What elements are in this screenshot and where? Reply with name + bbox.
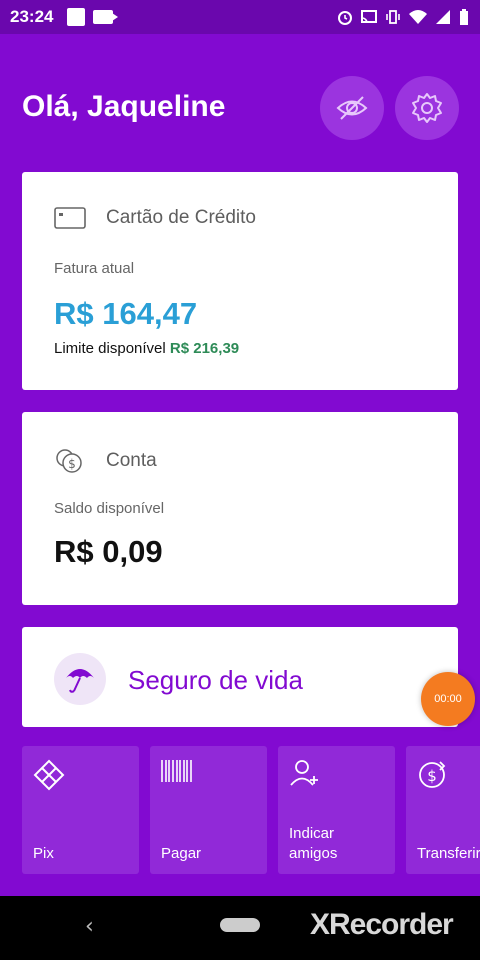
shortcut-transfer[interactable]: $ Transferir (406, 746, 480, 874)
back-icon[interactable]: ‹ (85, 914, 94, 939)
credit-limit-label: Limite disponível (54, 340, 166, 357)
credit-bill-amount: R$ 164,47 (54, 296, 198, 331)
gear-icon (412, 93, 442, 123)
credit-current-bill-label: Fatura atual (54, 260, 135, 277)
coins-icon: $ (56, 449, 82, 473)
settings-button[interactable] (395, 76, 459, 140)
svg-text:$: $ (427, 767, 437, 785)
recorder-timer-button[interactable]: 00:00 (421, 672, 475, 726)
credit-limit-value: R$ 216,39 (169, 340, 240, 357)
account-title: Conta (106, 450, 157, 471)
greeting-title: Olá, Jaqueline (22, 90, 226, 123)
shortcuts-row: Pix Pagar Indicar amigos $ Transferir (0, 746, 480, 874)
home-pill[interactable] (220, 918, 260, 932)
shortcut-label: Pagar (161, 845, 202, 862)
shortcut-label: Transferir (417, 845, 480, 862)
account-balance-label: Saldo disponível (54, 500, 165, 517)
credit-card-title: Cartão de Crédito (106, 207, 256, 228)
credit-card-icon (54, 207, 86, 229)
credit-limit: Limite disponível R$ 216,39 (54, 340, 239, 357)
umbrella-icon (66, 669, 94, 693)
shortcut-invite-friends[interactable]: Indicar amigos (278, 746, 395, 874)
eye-off-icon (336, 96, 368, 120)
svg-text:$: $ (68, 457, 76, 471)
shortcut-pay[interactable]: Pagar (150, 746, 267, 874)
vibrate-icon (386, 10, 400, 24)
shortcut-label: Pix (33, 845, 54, 862)
hide-values-button[interactable] (320, 76, 384, 140)
credit-card-panel[interactable]: Cartão de Crédito Fatura atual R$ 164,47… (22, 172, 458, 390)
barcode-icon (161, 760, 192, 782)
video-camera-icon (93, 10, 119, 24)
status-time: 23:24 (10, 7, 54, 26)
add-friend-icon (290, 760, 318, 786)
shortcut-pix[interactable]: Pix (22, 746, 139, 874)
pix-icon (33, 759, 65, 791)
account-balance-amount: R$ 0,09 (54, 534, 163, 569)
alarm-icon (338, 11, 352, 25)
status-bar: 23:24 (0, 0, 480, 34)
transfer-icon: $ (419, 761, 446, 788)
square-icon (67, 8, 86, 26)
account-panel[interactable]: $ Conta Saldo disponível R$ 0,09 (22, 412, 458, 605)
shortcut-label: Indicar amigos (289, 825, 338, 862)
life-insurance-title: Seguro de vida (128, 665, 303, 695)
system-nav-bar: ‹ XRecorder (0, 896, 480, 960)
life-insurance-panel[interactable]: Seguro de vida (22, 627, 458, 727)
cast-icon (361, 10, 377, 24)
signal-icon (436, 10, 450, 24)
recorder-watermark: XRecorder (310, 908, 454, 941)
battery-icon (460, 9, 468, 25)
wifi-icon (409, 10, 427, 24)
